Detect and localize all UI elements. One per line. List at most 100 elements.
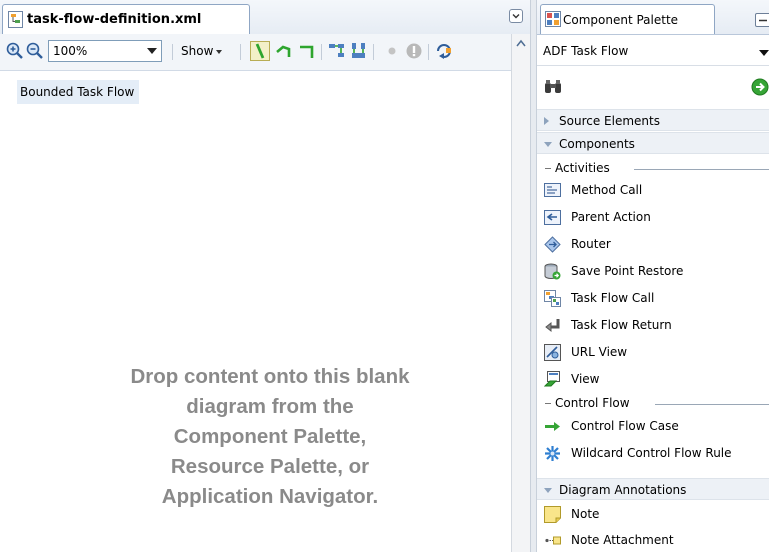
palette-item-method-call[interactable]: Method Call [537,177,769,204]
group-rule [655,404,769,405]
palette-item-label: Note [571,507,600,521]
view-icon [544,371,560,387]
toolbar-separator [240,44,241,60]
minimize-button[interactable] [755,13,769,27]
zoom-select[interactable]: 100% [48,40,162,62]
drop-hint-line: Drop content onto this blank [130,365,410,388]
zoom-in-icon[interactable] [6,42,24,60]
palette-item-label: Task Flow Return [571,318,672,332]
palette-item-parent-action[interactable]: Parent Action [537,204,769,231]
scroll-up-arrow-icon[interactable] [514,36,528,52]
dot-icon[interactable] [383,42,401,60]
show-menu[interactable]: Show [181,44,223,58]
palette-item-label: View [571,372,600,386]
palette-item-label: Note Attachment [571,533,674,547]
editor-tab[interactable]: task-flow-definition.xml [2,4,250,34]
control-flow-case-icon [545,422,560,431]
collapse-dash-icon [545,403,551,404]
reroute-tool-icon[interactable] [298,42,316,60]
palette-tab[interactable]: Component Palette [540,4,715,34]
palette-item-label: Wildcard Control Flow Rule [571,446,732,460]
diagram-title-label: Bounded Task Flow [17,80,140,104]
drop-hint-text: Drop content onto this blank diagram fro… [80,362,460,512]
zoom-out-icon[interactable] [26,42,44,60]
palette-item-control-flow-case[interactable]: Control Flow Case [537,413,769,440]
section-label: Diagram Annotations [559,483,687,497]
section-diagram-annotations[interactable]: Diagram Annotations [537,478,769,500]
component-palette: Component Palette ADF Task Flow Source E… [537,0,769,552]
palette-page-value: ADF Task Flow [543,44,629,58]
palette-grid-icon [545,11,561,27]
palette-item-wildcard-control-flow-rule[interactable]: Wildcard Control Flow Rule [537,440,769,467]
editor-vertical-scrollbar[interactable] [511,34,531,552]
binoculars-search-icon[interactable] [544,79,562,95]
layout-vertical-icon[interactable] [350,42,368,60]
parent-action-icon [544,210,561,225]
stop-icon[interactable] [405,42,423,60]
note-icon [544,506,561,523]
url-view-icon [544,344,561,361]
collapse-triangle-icon [544,488,552,493]
toolbar-separator [428,44,429,60]
section-label: Source Elements [559,114,660,128]
minimize-icon [759,19,767,22]
editor-tab-label: task-flow-definition.xml [27,12,202,27]
palette-page-select[interactable]: ADF Task Flow [537,38,769,66]
router-icon [544,236,561,253]
zoom-value: 100% [53,44,88,58]
caret-down-icon [216,49,223,54]
collapse-dash-icon [545,168,551,169]
palette-item-save-point-restore[interactable]: Save Point Restore [537,258,769,285]
group-activities[interactable]: Activities [537,160,769,178]
drop-hint-line: Application Navigator. [161,485,379,508]
section-components[interactable]: Components [537,132,769,154]
palette-item-label: Task Flow Call [571,291,655,305]
palette-item-note-attachment[interactable]: Note Attachment [537,527,769,552]
pane-splitter[interactable] [530,0,537,552]
palette-tab-bar: Component Palette [537,0,769,35]
dropdown-arrow-icon [759,50,769,56]
collapse-triangle-icon [544,142,552,147]
dropdown-arrow-icon [147,48,157,54]
palette-item-label: Method Call [571,183,643,197]
palette-item-label: Router [571,237,611,251]
show-menu-label: Show [181,44,214,58]
drop-hint-line: Component Palette, [173,425,367,448]
palette-item-note[interactable]: Note [537,501,769,528]
palette-item-router[interactable]: Router [537,231,769,258]
xml-file-icon [8,11,23,28]
group-control-flow[interactable]: Control Flow [537,395,769,413]
palette-search[interactable] [537,68,769,110]
toolbar-separator [373,44,374,60]
wildcard-rule-icon [545,446,560,461]
editor-tab-bar: task-flow-definition.xml [0,0,530,35]
wildcard-tool-icon[interactable] [275,42,293,60]
task-flow-return-icon [545,319,560,333]
note-attachment-icon [545,536,561,545]
drop-hint-line: diagram from the [186,395,354,418]
save-point-restore-icon [544,263,561,280]
editor-menu-button[interactable] [509,9,523,23]
layout-horizontal-icon[interactable] [328,42,346,60]
palette-tab-label: Component Palette [563,13,679,27]
toolbar-separator [321,44,322,60]
group-rule [634,169,769,170]
palette-item-task-flow-call[interactable]: Task Flow Call [537,285,769,312]
palette-item-view[interactable]: View [537,366,769,393]
drop-hint-line: Resource Palette, or [170,455,370,478]
refresh-icon[interactable] [435,42,453,60]
go-arrow-icon[interactable] [751,78,769,96]
palette-item-url-view[interactable]: URL View [537,339,769,366]
palette-item-task-flow-return[interactable]: Task Flow Return [537,312,769,339]
task-flow-call-icon [544,290,561,307]
palette-item-label: Parent Action [571,210,651,224]
section-source-elements[interactable]: Source Elements [537,109,769,131]
expand-triangle-icon [544,117,549,125]
palette-item-label: URL View [571,345,628,359]
diagram-editor: task-flow-definition.xml 100% Show Bound… [0,0,531,552]
control-flow-case-tool-icon[interactable] [250,41,270,61]
palette-item-label: Save Point Restore [571,264,684,278]
toolbar-separator [172,44,173,60]
method-call-icon [544,183,561,197]
chevron-down-icon [512,14,520,19]
